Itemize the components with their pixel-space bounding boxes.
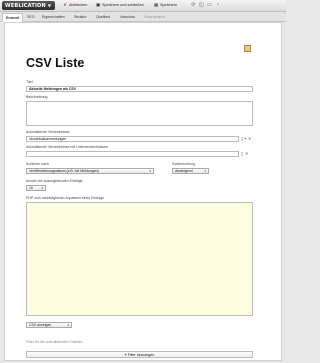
abort-label: Abbrechen (69, 3, 88, 7)
dirs-input[interactable]: /dorakbukka/meldungen (26, 136, 239, 142)
app-logo[interactable]: WEBLICATION ▼ (2, 1, 55, 10)
count-select[interactable]: 10 ▾ (26, 185, 46, 191)
count-select-value: 10 (29, 186, 33, 190)
dirs-sub-label: Aufzulistende Verzeichnisse mit Unterver… (26, 145, 108, 149)
close-icon: ✕ (63, 3, 67, 7)
page-properties-icon[interactable] (244, 45, 251, 52)
dirs-label: Aufzulistende Verzeichnisse (26, 130, 70, 134)
tab-entwurf[interactable]: Entwurf (2, 13, 24, 22)
help-icon[interactable]: ◔ (214, 2, 221, 9)
title-input[interactable]: Aktuelle Meldungen als CSV (26, 86, 253, 92)
filter-heading: Filter für die aufzulistenden Dateien (26, 340, 83, 344)
app-logo-text: WEBLICATION (5, 3, 46, 9)
chevron-down-icon: ▾ (67, 323, 69, 327)
tab-struktur[interactable]: Struktur (71, 13, 90, 21)
remove-sub-icon[interactable]: ✕ (245, 151, 248, 157)
add-filter-label: Filter hinzufügen (127, 353, 155, 357)
chevron-down-icon: ▾ (204, 169, 206, 173)
chevron-down-icon: ▾ (41, 186, 43, 190)
save-button[interactable]: ▤ Speichern (153, 2, 177, 9)
browse-icon[interactable]: ▯ (241, 136, 243, 142)
sort-direction-label: Sortierrichtung (172, 162, 195, 166)
save-close-label: Speichern und schließen (102, 3, 144, 7)
add-filter-button[interactable]: +Filter hinzufügen (26, 351, 253, 358)
count-label: Anzahl der auszugebenden Einträge (26, 179, 83, 183)
sort-select[interactable]: Veröffentlichungsdatum (z.B. bei Meldung… (26, 168, 154, 174)
tab-seo[interactable]: SEO (24, 13, 38, 21)
php-code-editor[interactable] (26, 202, 253, 316)
display-select[interactable]: CSV anzeigen ▾ (26, 322, 72, 328)
tab-eigenschaften[interactable]: Eigenschaften (39, 13, 68, 21)
sort-direction-select[interactable]: Absteigend ▾ (172, 168, 209, 174)
save-close-icon: ▣ (96, 3, 100, 7)
plus-icon: + (124, 353, 127, 357)
browse-sub-icon[interactable]: ▯ (241, 151, 243, 157)
dirs-sub-input[interactable] (26, 151, 239, 157)
chevron-down-icon: ▾ (149, 169, 151, 173)
page-title: CSV Liste (26, 56, 85, 70)
title-label: Titel (26, 80, 33, 84)
floppy-icon: ▤ (154, 3, 158, 7)
save-label: Speichern (160, 3, 178, 7)
tab-sofortansicht: Sofortansicht (144, 15, 165, 19)
preview-icon[interactable]: ◱ (198, 2, 205, 9)
sort-select-value: Veröffentlichungsdatum (z.B. bei Meldung… (29, 169, 99, 173)
sort-direction-value: Absteigend (175, 169, 193, 173)
save-and-close-button[interactable]: ▣ Speichern und schließen (95, 2, 144, 9)
description-textarea[interactable] (26, 101, 253, 126)
tab-quelltext[interactable]: Quelltext (93, 13, 113, 21)
php-label: PHP zum nachträglichen Anpassen eines Ei… (26, 196, 104, 200)
window-icon[interactable]: ▭ (206, 2, 213, 9)
remove-dir-icon[interactable]: ✕ (248, 136, 251, 142)
description-label: Beschreibung (26, 95, 48, 99)
tab-bar: Entwurf SEO Eigenschaften Struktur Quell… (0, 12, 286, 22)
add-dir-icon[interactable]: + (244, 136, 246, 142)
tab-vorschau[interactable]: Vorschau (117, 13, 138, 21)
sort-label: Sortieren nach (26, 162, 49, 166)
toolbar: WEBLICATION ▼ ✕ Abbrechen ▣ Speichern und s… (0, 0, 286, 12)
display-select-value: CSV anzeigen (29, 323, 52, 327)
refresh-icon[interactable]: ⟳ (190, 2, 197, 9)
logo-menu-arrow-icon: ▼ (47, 3, 52, 8)
abort-button[interactable]: ✕ Abbrechen (62, 2, 87, 9)
